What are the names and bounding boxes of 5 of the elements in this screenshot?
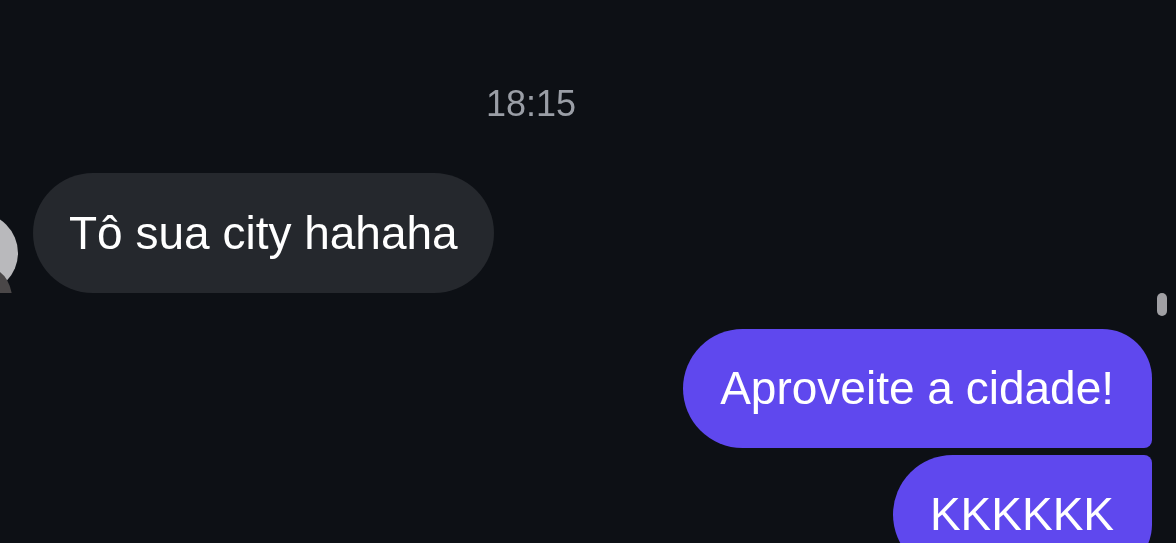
message-bubble: Aproveite a cidade! [683,329,1152,448]
message-bubble: KKKKKK [892,455,1152,543]
scrollbar[interactable] [1157,293,1167,316]
message-bubble: Tô sua city hahaha [33,173,494,293]
timestamp: 18:15 [484,82,578,126]
